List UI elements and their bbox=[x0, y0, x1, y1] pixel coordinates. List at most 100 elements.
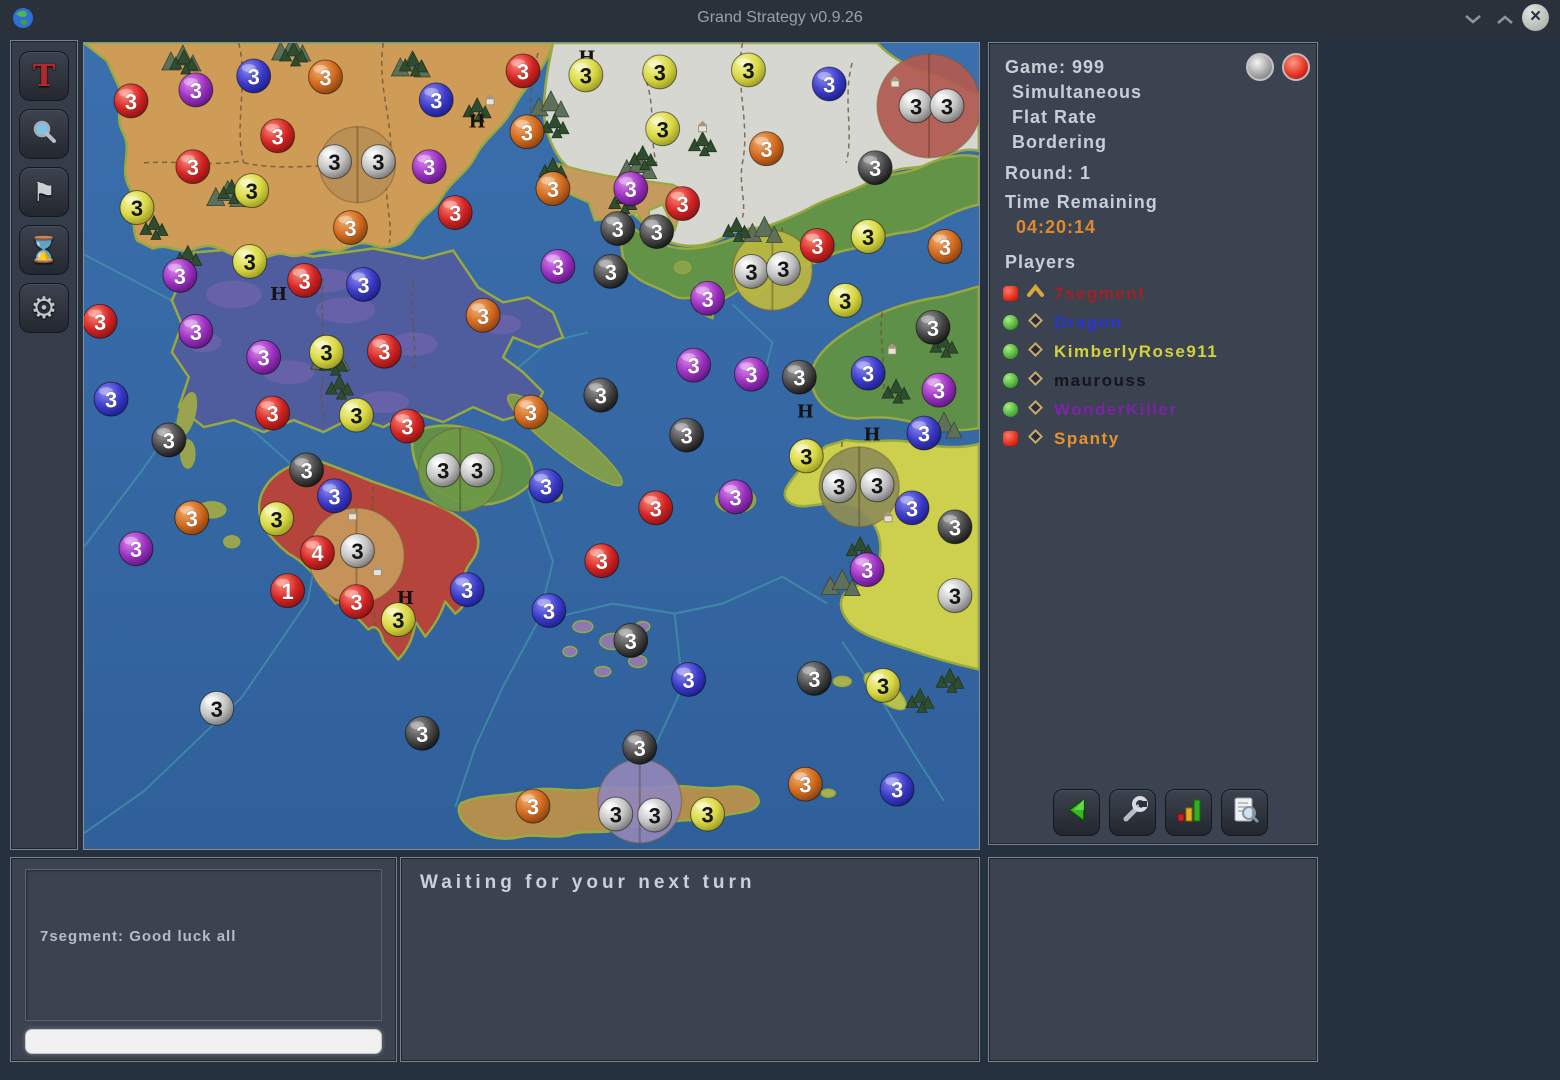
stats-button[interactable] bbox=[1165, 789, 1212, 836]
army-token[interactable]: 3 bbox=[672, 662, 706, 696]
army-token[interactable]: 3 bbox=[179, 314, 213, 348]
army-token[interactable]: 3 bbox=[828, 283, 862, 317]
army-token[interactable]: 3 bbox=[907, 416, 941, 450]
silver-led-button[interactable] bbox=[1246, 53, 1274, 81]
army-token[interactable]: 3 bbox=[200, 691, 234, 725]
army-token[interactable]: 3 bbox=[419, 83, 453, 117]
army-token[interactable]: 3 bbox=[333, 211, 367, 245]
army-token[interactable]: 3 bbox=[381, 603, 415, 637]
close-icon[interactable]: × bbox=[1522, 4, 1549, 31]
army-token[interactable]: 3 bbox=[346, 267, 380, 301]
army-token[interactable]: 3 bbox=[916, 310, 950, 344]
army-token[interactable]: 3 bbox=[339, 585, 373, 619]
army-token[interactable]: 3 bbox=[179, 73, 213, 107]
army-token[interactable]: 3 bbox=[734, 254, 768, 288]
army-token[interactable]: 3 bbox=[318, 145, 352, 179]
army-token[interactable]: 3 bbox=[866, 668, 900, 702]
army-token[interactable]: 3 bbox=[938, 510, 972, 544]
army-token[interactable]: 3 bbox=[516, 789, 550, 823]
army-token[interactable]: 3 bbox=[623, 730, 657, 764]
army-token[interactable]: 3 bbox=[734, 357, 768, 391]
army-token[interactable]: 3 bbox=[412, 150, 446, 184]
flag-tool-button[interactable]: ⚑ bbox=[19, 167, 69, 217]
army-token[interactable]: 3 bbox=[318, 479, 352, 513]
army-token[interactable]: 3 bbox=[860, 468, 894, 502]
army-token[interactable]: 3 bbox=[532, 594, 566, 628]
army-token[interactable]: 3 bbox=[922, 373, 956, 407]
army-token[interactable]: 3 bbox=[594, 254, 628, 288]
text-tool-button[interactable]: T bbox=[19, 51, 69, 101]
game-map[interactable]: HHHHHH 333333333333333333333333333333333… bbox=[84, 43, 979, 849]
minimize-icon[interactable] bbox=[1464, 12, 1482, 30]
army-token[interactable]: 3 bbox=[260, 502, 294, 536]
army-token[interactable]: 3 bbox=[670, 418, 704, 452]
army-token[interactable]: 3 bbox=[94, 382, 128, 416]
army-token[interactable]: 3 bbox=[858, 151, 892, 185]
player-row[interactable]: 7segment bbox=[1003, 279, 1317, 308]
army-token[interactable]: 3 bbox=[506, 54, 540, 88]
red-led-button[interactable] bbox=[1282, 53, 1310, 81]
player-row[interactable]: Dragon bbox=[1003, 308, 1317, 337]
army-token[interactable]: 3 bbox=[812, 67, 846, 101]
army-token[interactable]: 3 bbox=[84, 304, 117, 338]
army-token[interactable]: 3 bbox=[390, 409, 424, 443]
army-token[interactable]: 3 bbox=[677, 348, 711, 382]
army-token[interactable]: 3 bbox=[928, 230, 962, 264]
army-token[interactable]: 3 bbox=[639, 491, 673, 525]
army-token[interactable]: 3 bbox=[120, 191, 154, 225]
army-token[interactable]: 3 bbox=[235, 174, 269, 208]
army-token[interactable]: 3 bbox=[152, 423, 186, 457]
army-token[interactable]: 3 bbox=[310, 335, 344, 369]
army-token[interactable]: 3 bbox=[290, 453, 324, 487]
army-token[interactable]: 3 bbox=[340, 534, 374, 568]
settings-tool-button[interactable]: ⚙ bbox=[19, 283, 69, 333]
army-token[interactable]: 3 bbox=[309, 60, 343, 94]
army-token[interactable]: 3 bbox=[851, 220, 885, 254]
army-token[interactable]: 1 bbox=[271, 574, 305, 608]
army-token[interactable]: 3 bbox=[438, 196, 472, 230]
back-button[interactable] bbox=[1053, 789, 1100, 836]
army-token[interactable]: 3 bbox=[643, 55, 677, 89]
army-token[interactable]: 3 bbox=[691, 281, 725, 315]
timer-tool-button[interactable]: ⌛ bbox=[19, 225, 69, 275]
army-token[interactable]: 3 bbox=[899, 89, 933, 123]
army-token[interactable]: 3 bbox=[367, 334, 401, 368]
player-row[interactable]: maurouss bbox=[1003, 366, 1317, 395]
army-token[interactable]: 3 bbox=[536, 172, 570, 206]
army-token[interactable]: 3 bbox=[288, 263, 322, 297]
army-token[interactable]: 3 bbox=[599, 797, 633, 831]
army-token[interactable]: 3 bbox=[361, 145, 395, 179]
army-token[interactable]: 3 bbox=[514, 395, 548, 429]
army-token[interactable]: 3 bbox=[732, 53, 766, 87]
tools-button[interactable] bbox=[1109, 789, 1156, 836]
army-token[interactable]: 3 bbox=[529, 469, 563, 503]
army-token[interactable]: 3 bbox=[247, 340, 281, 374]
army-token[interactable]: 3 bbox=[614, 624, 648, 658]
army-token[interactable]: 3 bbox=[584, 378, 618, 412]
army-token[interactable]: 3 bbox=[638, 798, 672, 832]
army-token[interactable]: 3 bbox=[426, 453, 460, 487]
army-token[interactable]: 3 bbox=[646, 112, 680, 146]
army-token[interactable]: 3 bbox=[930, 89, 964, 123]
map-panel[interactable]: HHHHHH 333333333333333333333333333333333… bbox=[83, 42, 980, 850]
army-token[interactable]: 3 bbox=[163, 258, 197, 292]
maximize-icon[interactable] bbox=[1496, 12, 1514, 30]
army-token[interactable]: 3 bbox=[569, 58, 603, 92]
army-token[interactable]: 3 bbox=[851, 356, 885, 390]
army-token[interactable]: 3 bbox=[466, 298, 500, 332]
player-row[interactable]: WonderKiller bbox=[1003, 395, 1317, 424]
army-token[interactable]: 3 bbox=[460, 453, 494, 487]
army-token[interactable]: 3 bbox=[782, 360, 816, 394]
army-token[interactable]: 3 bbox=[114, 84, 148, 118]
army-token[interactable]: 3 bbox=[850, 553, 884, 587]
chat-input[interactable] bbox=[25, 1029, 382, 1054]
army-token[interactable]: 3 bbox=[601, 212, 635, 246]
army-token[interactable]: 3 bbox=[261, 119, 295, 153]
army-token[interactable]: 3 bbox=[614, 172, 648, 206]
army-token[interactable]: 3 bbox=[237, 59, 271, 93]
army-token[interactable]: 3 bbox=[800, 229, 834, 263]
army-token[interactable]: 3 bbox=[822, 469, 856, 503]
army-token[interactable]: 3 bbox=[788, 767, 822, 801]
army-token[interactable]: 3 bbox=[541, 249, 575, 283]
army-token[interactable]: 3 bbox=[510, 115, 544, 149]
